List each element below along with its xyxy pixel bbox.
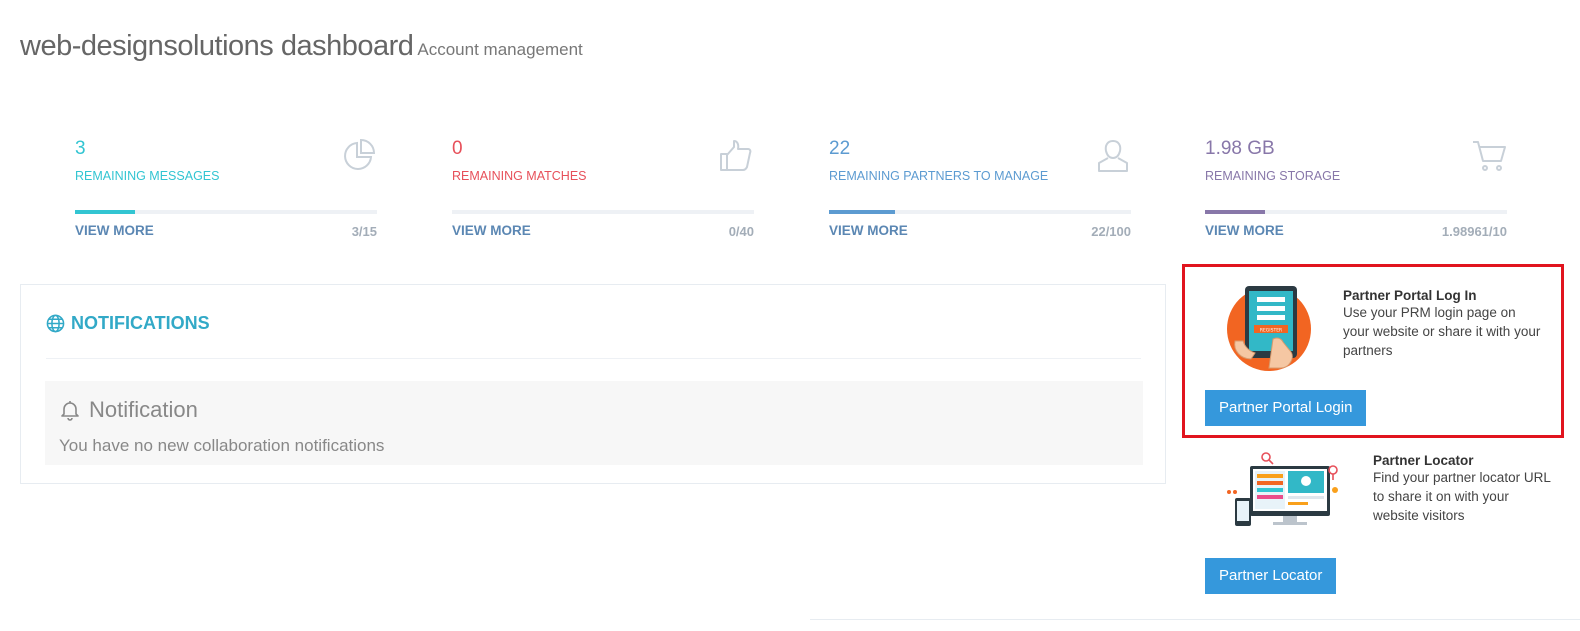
stat-ratio: 0/40 (728, 224, 754, 239)
stat-remaining-matches: 0 REMAINING MATCHES VIEW MORE 0/40 (452, 138, 754, 248)
notification-empty-text: You have no new collaboration notificati… (59, 436, 385, 455)
locator-description: Find your partner locator URL to share i… (1373, 470, 1551, 523)
user-icon (1098, 140, 1128, 172)
progress-fill (75, 210, 136, 214)
stat-ratio: 1.98961/10 (1441, 224, 1507, 239)
stat-value: 0 (452, 138, 463, 159)
view-more-link[interactable]: VIEW MORE (75, 223, 154, 238)
partner-locator-card: Partner Locator Find your partner locato… (1205, 448, 1555, 598)
tablet-register-icon: REGISTER (1227, 286, 1311, 371)
notifications-heading-text: NOTIFICATIONS (71, 313, 210, 333)
stat-remaining-storage: 1.98 GB REMAINING STORAGE VIEW MORE 1.98… (1205, 138, 1507, 248)
stat-remaining-partners: 22 REMAINING PARTNERS TO MANAGE VIEW MOR… (829, 138, 1131, 248)
progress-fill (829, 210, 896, 214)
stat-label: REMAINING PARTNERS TO MANAGE (829, 169, 1049, 183)
portal-title: Partner Portal Log In (1343, 288, 1477, 303)
notification-title: Notification (59, 397, 198, 423)
stat-label: REMAINING MESSAGES (75, 169, 220, 183)
stat-label: REMAINING MATCHES (452, 169, 587, 183)
locator-screen-icon (1227, 452, 1338, 526)
notifications-portlet: NOTIFICATIONS Notification You have no n… (20, 284, 1166, 484)
notification-panel: Notification You have no new collaborati… (45, 381, 1143, 465)
stat-value: 3 (75, 138, 86, 159)
progress-fill (1205, 210, 1266, 214)
register-label: REGISTER (1260, 328, 1282, 334)
view-more-link[interactable]: VIEW MORE (1205, 223, 1284, 238)
partner-portal-card: REGISTER Partner Portal Log In Use your … (1182, 264, 1564, 438)
view-more-link[interactable]: VIEW MORE (829, 223, 908, 238)
stat-label: REMAINING STORAGE (1205, 169, 1341, 183)
stat-remaining-messages: 3 REMAINING MESSAGES VIEW MORE 3/15 (75, 138, 377, 248)
stat-ratio: 22/100 (1091, 224, 1131, 239)
cart-icon (1473, 141, 1506, 171)
locator-title: Partner Locator (1373, 453, 1474, 468)
progress-track (452, 210, 754, 214)
divider (46, 358, 1141, 359)
partner-portal-login-button[interactable]: Partner Portal Login (1205, 390, 1367, 426)
locator-info: Partner Locator Find your partner locato… (1373, 453, 1553, 525)
notifications-heading: NOTIFICATIONS (46, 313, 210, 334)
dashboard-title: web-designsolutions dashboard (20, 30, 414, 62)
progress-track (1205, 210, 1507, 214)
divider (810, 619, 1580, 620)
page-title: web-designsolutions dashboard Account man… (20, 30, 583, 63)
notification-title-text: Notification (89, 397, 198, 422)
partner-locator-button[interactable]: Partner Locator (1205, 558, 1337, 594)
stat-value: 1.98 GB (1205, 138, 1275, 159)
globe-icon (46, 314, 65, 333)
page-subtitle: Account management (417, 40, 583, 59)
thumbs-up-icon (720, 140, 752, 171)
bell-icon (61, 401, 79, 421)
stat-ratio: 3/15 (351, 224, 377, 239)
stat-value: 22 (829, 138, 851, 159)
portal-info: Partner Portal Log In Use your PRM login… (1343, 288, 1543, 360)
progress-track (829, 210, 1131, 214)
pie-chart-icon (344, 138, 376, 170)
view-more-link[interactable]: VIEW MORE (452, 223, 531, 238)
portal-description: Use your PRM login page on your website … (1343, 305, 1541, 358)
progress-track (75, 210, 377, 214)
